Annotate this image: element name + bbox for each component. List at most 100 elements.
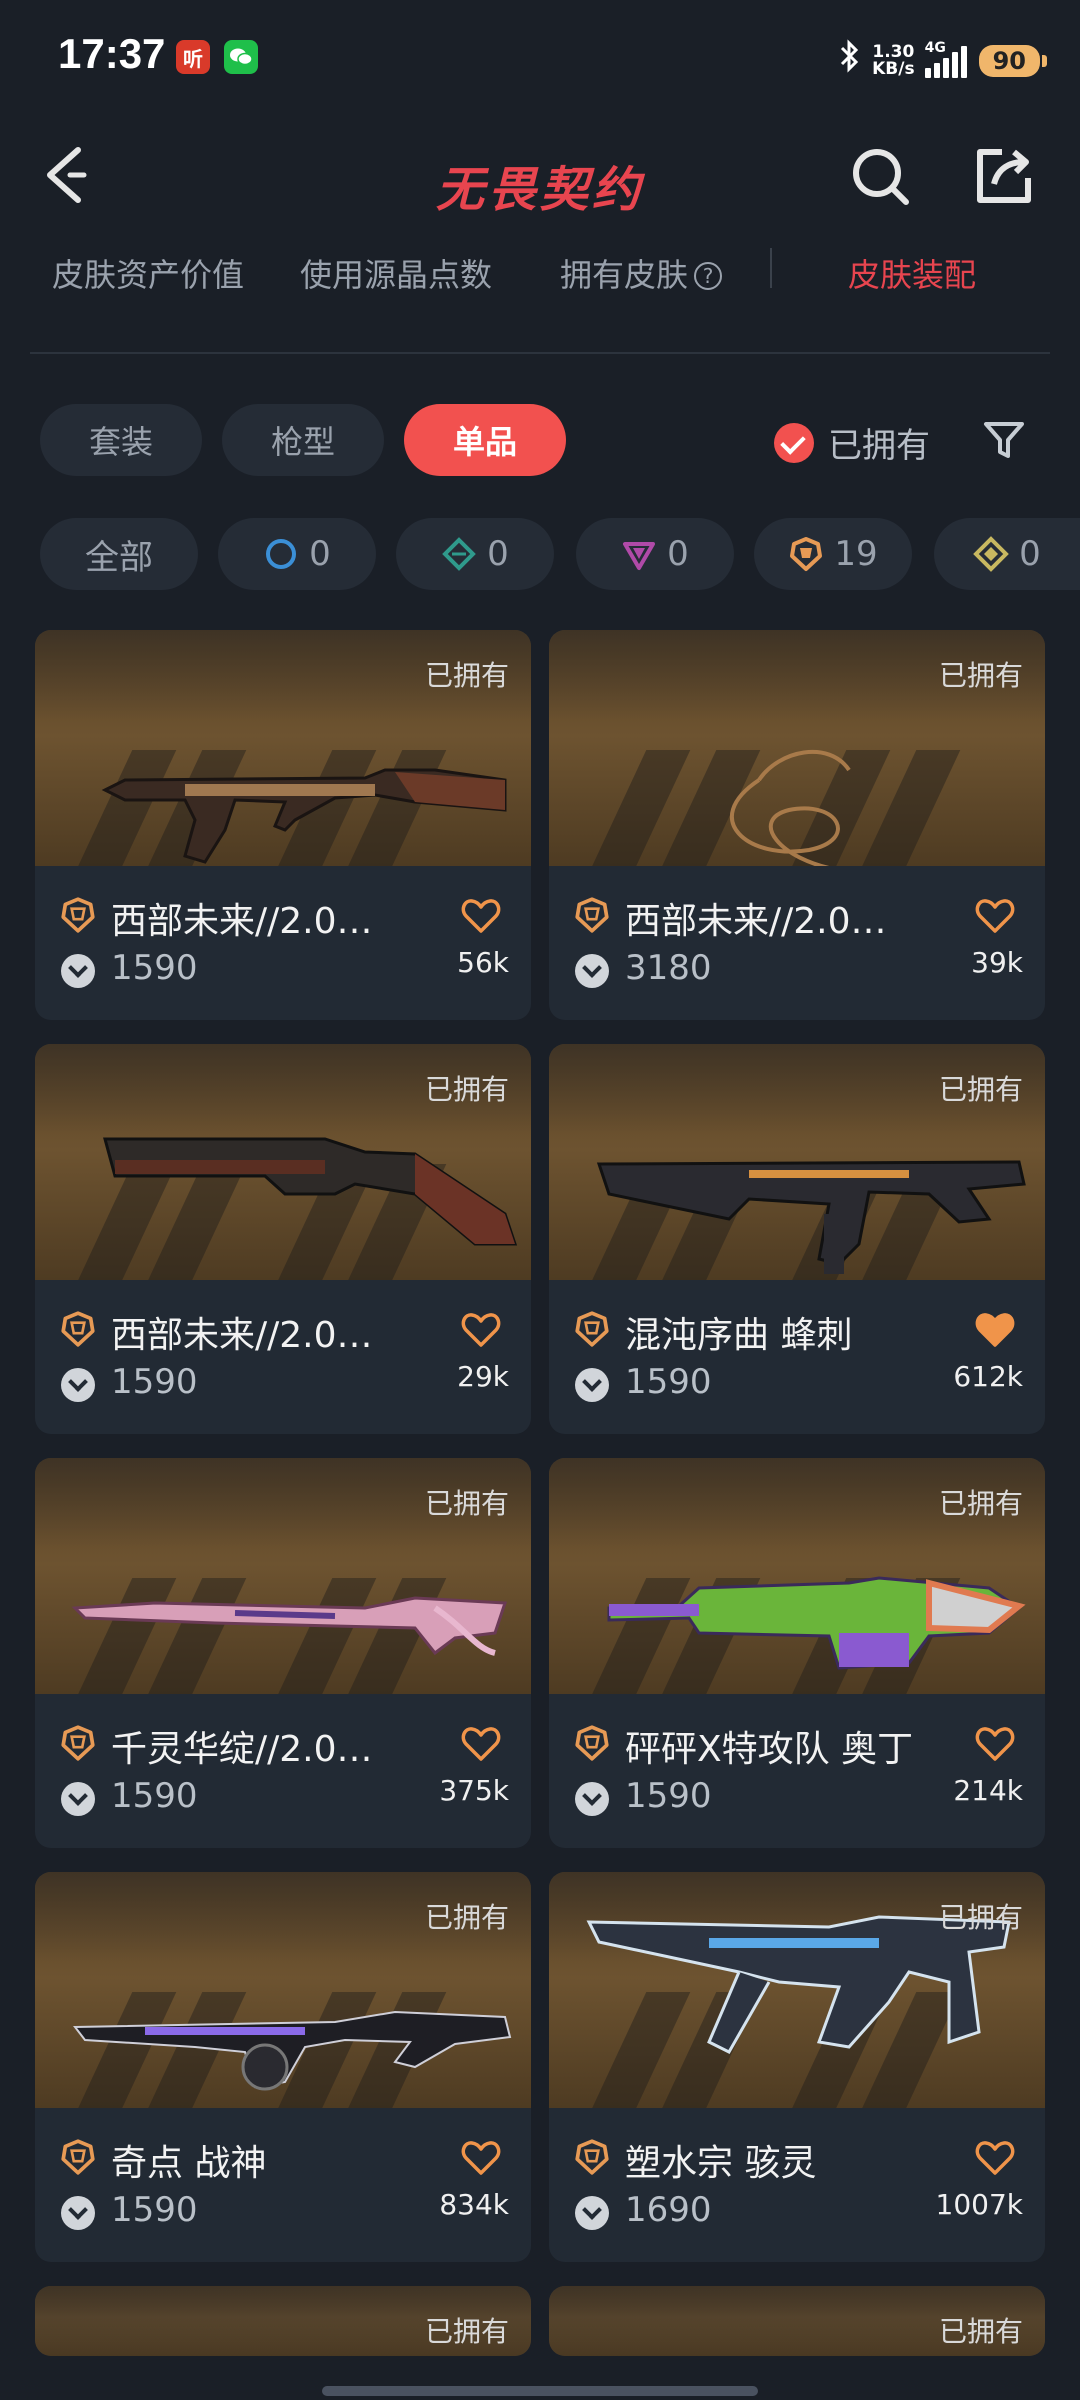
tier-exclusive[interactable]: 19 [754,518,912,590]
exclusive-tier-icon [575,2139,609,2175]
skin-card-partial[interactable]: 已拥有 [35,2286,531,2356]
divider [30,352,1050,354]
skin-image: 已拥有 [549,630,1045,866]
exclusive-tier-icon [575,897,609,933]
exclusive-tier-icon [61,2139,95,2175]
skin-name: 混沌序曲 蜂刺 [625,1315,853,1356]
search-button[interactable] [850,146,912,208]
exclusive-tier-icon [61,1725,95,1761]
system-indicators: 1.30 KB/s 4G 90 [838,38,1048,83]
heart-icon[interactable] [461,898,501,934]
tier-deluxe[interactable]: 0 [396,518,554,590]
premium-tier-icon [623,542,656,570]
skin-card[interactable]: 已拥有西部未来//2.0… 39k 3180 [549,630,1045,1020]
bluetooth-icon [838,38,862,83]
exclusive-tier-icon [61,897,95,933]
home-indicator[interactable] [322,2386,758,2396]
filter-button[interactable] [982,418,1026,462]
owned-tag: 已拥有 [938,1073,1023,1106]
heart-icon[interactable] [461,1726,501,1762]
exclusive-tier-icon [790,537,823,571]
clock: 17:37 [58,30,166,77]
app-header: 无畏契约 [0,120,1080,240]
owned-tag: 已拥有 [424,1073,509,1106]
skin-image: 已拥有 [35,1044,531,1280]
skin-name: 西部未来//2.0… [111,901,373,942]
filter-weapon-type[interactable]: 枪型 [222,404,384,476]
skin-price: 1590 [625,1776,712,1816]
skin-image: 已拥有 [549,1458,1045,1694]
like-count: 56k [457,946,509,979]
vp-currency-icon [61,2196,95,2230]
filter-single-item[interactable]: 单品 [404,404,566,476]
owned-tag: 已拥有 [938,1901,1023,1934]
like-count: 29k [457,1360,509,1393]
skin-name: 砰砰X特攻队 奥丁 [625,1729,914,1770]
owned-tag: 已拥有 [424,659,509,692]
tab-vp-spent[interactable]: 使用源晶点数 [300,250,492,296]
heart-icon[interactable] [975,2140,1015,2176]
owned-tag: 已拥有 [938,659,1023,692]
tab-divider [770,248,772,288]
skin-image: 已拥有 [35,630,531,866]
skin-name: 西部未来//2.0… [625,901,887,942]
ultra-tier-icon [973,536,1010,572]
status-bar: 17:37 听 1.30 KB/s 4G 90 [0,0,1080,110]
skin-card[interactable]: 已拥有西部未来//2.0… 56k 1590 [35,630,531,1020]
checkmark-icon [774,422,814,463]
heart-icon[interactable] [461,1312,501,1348]
skin-price: 1690 [625,2190,712,2230]
vp-currency-icon [575,2196,609,2230]
tier-select[interactable]: 0 [218,518,376,590]
filter-bundle[interactable]: 套装 [40,404,202,476]
tab-owned-skins[interactable]: 拥有皮肤? [560,250,723,296]
skin-card[interactable]: 已拥有 千灵华绽//2.0… 375k 1590 [35,1458,531,1848]
skin-card[interactable]: 已拥有西部未来//2.0… 29k 1590 [35,1044,531,1434]
funnel-icon [984,422,1024,458]
skin-image: 已拥有 [35,1458,531,1694]
search-icon [853,149,909,205]
tab-skin-loadout[interactable]: 皮肤装配 [848,250,976,296]
skin-card[interactable]: 已拥有 混沌序曲 蜂刺 612k 1590 [549,1044,1045,1434]
vp-currency-icon [61,1368,95,1402]
like-count: 214k [953,1774,1023,1807]
heart-icon[interactable] [975,1726,1015,1762]
heart-icon[interactable] [975,898,1015,934]
select-tier-icon [266,539,297,569]
owned-tag: 已拥有 [938,1487,1023,1520]
skin-card[interactable]: 已拥有砰砰X特攻队 奥丁 214k 1590 [549,1458,1045,1848]
battery-indicator: 90 [978,44,1048,77]
tab-skin-asset-value[interactable]: 皮肤资产价值 [52,250,244,296]
skin-image: 已拥有 [35,1872,531,2108]
like-count: 39k [971,946,1023,979]
skin-card[interactable]: 已拥有 奇点 战神 834k 1590 [35,1872,531,2262]
vp-currency-icon [575,954,609,988]
skin-price: 1590 [111,948,198,988]
tier-ultra[interactable]: 0 [934,518,1080,590]
skin-price: 1590 [111,1776,198,1816]
skin-image: 已拥有 [549,1044,1045,1280]
owned-filter-toggle[interactable]: 已拥有 [774,418,930,467]
heart-icon[interactable] [975,1312,1015,1348]
heart-icon[interactable] [461,2140,501,2176]
skin-image: 已拥有 [35,2286,531,2356]
tier-premium[interactable]: 0 [576,518,734,590]
skin-price: 3180 [625,948,712,988]
skin-price: 1590 [111,1362,198,1402]
signal-icon: 4G [924,40,969,78]
share-button[interactable] [972,144,1036,208]
like-count: 375k [439,1774,509,1807]
tier-all[interactable]: 全部 [40,518,198,590]
vp-currency-icon [61,1782,95,1816]
like-count: 1007k [935,2188,1023,2221]
exclusive-tier-icon [575,1311,609,1347]
owned-tag: 已拥有 [424,1901,509,1934]
help-icon[interactable]: ? [694,262,723,290]
skin-card-partial[interactable]: 已拥有 [549,2286,1045,2356]
skin-name: 西部未来//2.0… [111,1315,373,1356]
skin-image: 已拥有 [549,1872,1045,2108]
vp-currency-icon [575,1368,609,1402]
like-count: 834k [439,2188,509,2221]
skin-card[interactable]: 已拥有 塑水宗 骇灵 1007k 1690 [549,1872,1045,2262]
exclusive-tier-icon [575,1725,609,1761]
